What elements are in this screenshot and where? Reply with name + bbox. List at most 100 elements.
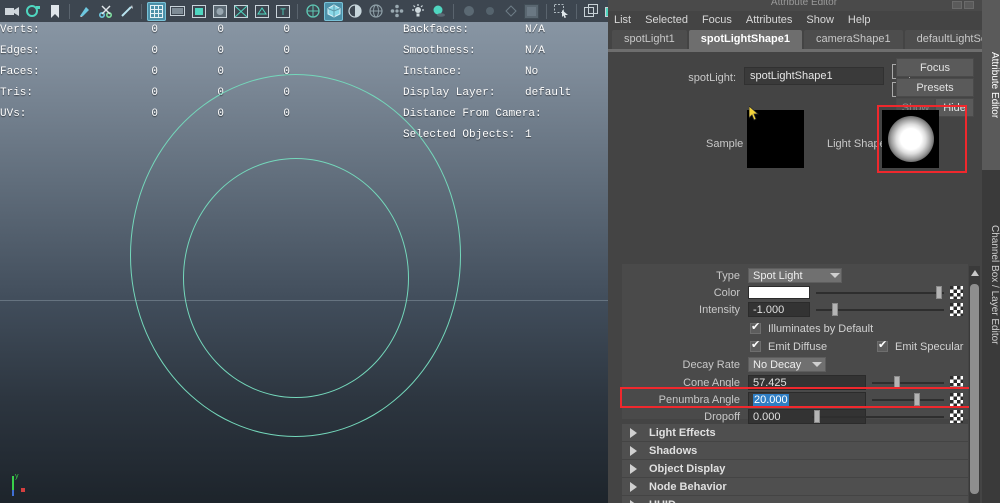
section-node-behavior[interactable]: Node Behavior [622,478,968,496]
section-object-display[interactable]: Object Display [622,460,968,478]
vertical-tab-attribute-editor[interactable]: Attribute Editor [982,0,1000,170]
pencil-icon[interactable] [117,2,136,21]
penumbra-angle-highlight-box [620,387,972,408]
intensity-slider[interactable] [816,302,944,317]
grid-display-icon[interactable] [147,1,166,21]
chevron-right-icon [630,445,637,456]
paint-icon[interactable] [75,2,94,21]
hud-value: N/A [525,24,545,36]
hardware-texture-icon[interactable] [366,2,385,21]
dropoff-slider[interactable] [812,409,944,424]
slider-track [812,416,944,418]
attribute-editor-titlebar: Attribute Editor [608,0,1000,11]
spot-light-cone-inner[interactable] [183,158,409,398]
intensity-map-button[interactable] [950,303,963,316]
viewport-panel[interactable]: T Verts: 0 0 0 Edges: 0 0 0 Faces: 0 0 0… [0,0,608,503]
hud-object-details: Backfaces: N/A Smoothness: N/A Instance: No… [403,20,571,146]
wireframe-icon[interactable] [303,2,322,21]
slider-handle[interactable] [936,286,942,299]
color-slider[interactable] [816,285,944,300]
shaded-wireframe-icon[interactable] [345,2,364,21]
safe-title-icon[interactable]: T [273,2,292,21]
emit-diffuse-checkbox[interactable] [750,338,761,352]
section-shadows[interactable]: Shadows [622,442,968,460]
hud-label: Instance: [403,66,463,78]
gate-mask-icon[interactable] [210,2,229,21]
motion-blur-icon[interactable] [459,2,478,21]
focus-button[interactable]: Focus [896,58,974,77]
tab-camerashape1[interactable]: cameraShape1 [804,30,903,49]
section-uuid[interactable]: UUID [622,496,968,503]
hud-value: 0 [283,45,290,57]
section-light-effects[interactable]: Light Effects [622,424,968,442]
vertical-panel-tabs[interactable]: Attribute Editor Channel Box / Layer Edi… [982,0,1000,503]
dropoff-map-button[interactable] [950,410,963,423]
field-chart-icon[interactable] [231,2,250,21]
hud-value: 0 [217,45,224,57]
slider-handle[interactable] [814,410,820,423]
slider-track [872,382,944,384]
intensity-label: Intensity [699,304,740,316]
attribute-scroll-area[interactable]: spotLight: spotLightShape1 Focus Presets… [608,58,982,503]
shadows-icon[interactable] [429,2,448,21]
tab-spotlightshape1[interactable]: spotLightShape1 [688,30,802,49]
menu-focus[interactable]: Focus [702,14,732,26]
hud-value: 0 [151,24,158,36]
type-combo[interactable]: Spot Light [748,268,842,283]
color-swatch[interactable] [748,286,810,299]
slider-handle[interactable] [832,303,838,316]
attribute-editor-menubar[interactable]: List Selected Focus Attributes Show Help [608,11,982,29]
vertical-tab-channel-box[interactable]: Channel Box / Layer Editor [982,170,1000,400]
attribute-editor-scrollbar[interactable] [969,266,980,503]
sample-label: Sample [706,138,744,150]
scissors-icon[interactable] [96,2,115,21]
color-map-button[interactable] [950,286,963,299]
node-name-input[interactable]: spotLightShape1 [744,67,884,85]
hud-row: Smoothness: N/A [403,41,571,62]
section-label: Object Display [649,462,726,475]
chevron-right-icon [630,481,637,492]
scrollbar-thumb[interactable] [970,284,979,494]
x-ray-icon[interactable] [387,2,406,21]
multisample-icon[interactable] [522,2,541,21]
emit-specular-checkbox[interactable] [877,338,888,352]
ambient-occlusion-icon[interactable] [480,2,499,21]
node-tab-bar[interactable]: spotLight1 spotLightShape1 cameraShape1 … [608,29,1000,49]
presets-button[interactable]: Presets [896,78,974,97]
menu-show[interactable]: Show [806,14,834,26]
hud-label: Distance From Camera: [403,108,542,120]
hud-label: Verts: [0,24,40,36]
menu-list[interactable]: List [614,14,631,26]
safe-action-icon[interactable] [252,2,271,21]
film-gate-icon[interactable] [168,2,187,21]
chevron-down-icon[interactable] [830,273,840,278]
tab-spotlight1[interactable]: spotLight1 [612,30,687,49]
bookmark-icon[interactable] [45,2,64,21]
attr-row-type: Type Spot Light [622,268,968,285]
viewport-toolbar[interactable]: T [0,0,608,22]
menu-selected[interactable]: Selected [645,14,688,26]
illuminates-by-default-checkbox[interactable] [750,320,761,334]
smooth-shade-icon[interactable] [324,1,343,21]
svg-text:T: T [280,7,286,17]
scroll-up-icon[interactable] [969,266,980,279]
window-controls[interactable] [952,1,974,9]
chevron-down-icon[interactable] [812,362,822,367]
resolution-gate-icon[interactable] [189,2,208,21]
menu-help[interactable]: Help [848,14,871,26]
camera-icon[interactable] [3,2,22,21]
toolbar-separator [453,3,454,19]
grid-toggle-icon[interactable] [582,2,601,21]
isolate-select-icon[interactable] [552,2,571,21]
anti-alias-icon[interactable] [501,2,520,21]
hud-row: Backfaces: N/A [403,20,571,41]
dropoff-label: Dropoff [704,411,740,423]
type-label: Type [716,270,740,282]
intensity-input[interactable]: -1.000 [748,302,810,317]
menu-attributes[interactable]: Attributes [746,14,792,26]
camera-attributes-icon[interactable] [24,2,43,21]
maximize-icon[interactable] [964,1,974,9]
lights-icon[interactable] [408,2,427,21]
minimize-icon[interactable] [952,1,962,9]
node-name-label: spotLight: [688,72,736,84]
